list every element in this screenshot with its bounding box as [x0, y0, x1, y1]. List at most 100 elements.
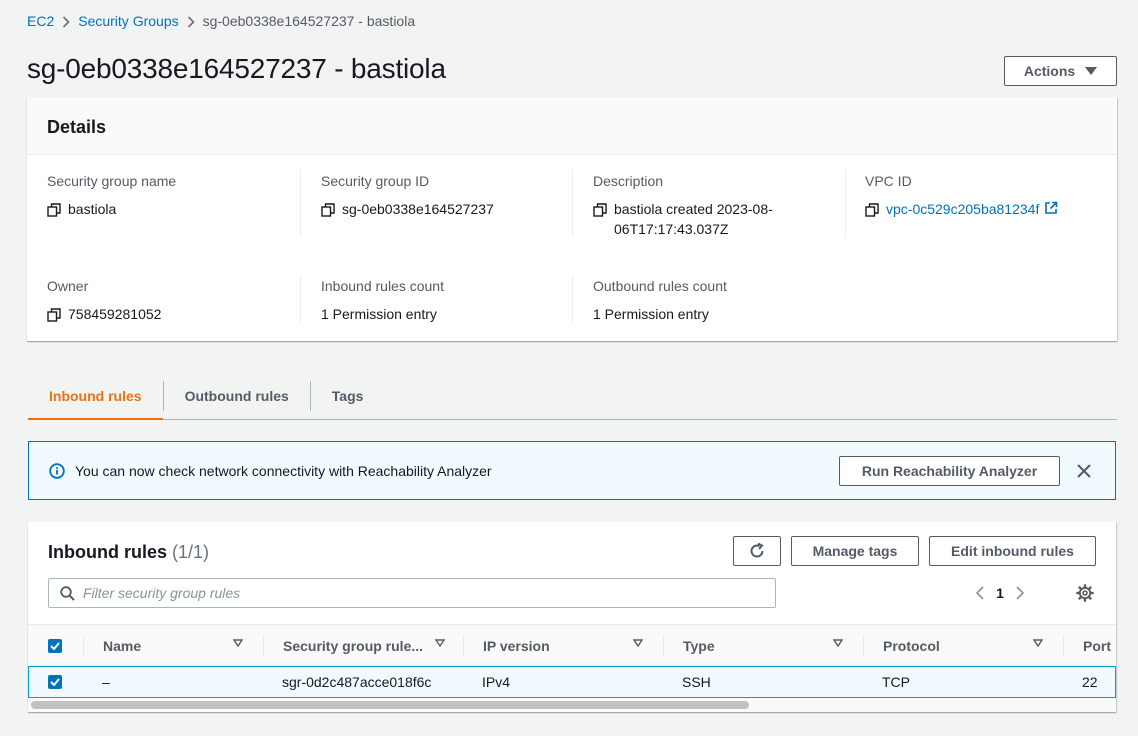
sort-caret-icon [633, 639, 643, 647]
copy-icon[interactable] [865, 202, 879, 222]
chevron-right-icon[interactable] [1010, 586, 1030, 600]
field-label: Inbound rules count [321, 278, 444, 294]
divider [845, 169, 846, 237]
divider [863, 635, 864, 657]
copy-icon[interactable] [321, 202, 335, 222]
refresh-icon [750, 542, 764, 558]
sort-caret-icon [233, 639, 243, 647]
details-panel: Details Security group name bastiola Sec… [27, 97, 1117, 341]
inbound-rules-heading: Inbound rules [48, 542, 167, 562]
field-inbound-rules-count: Inbound rules count 1 Permission entry [321, 278, 574, 324]
divider [300, 275, 301, 323]
field-description: Description bastiola created 2023-08-06T… [593, 173, 793, 239]
description-value: bastiola created 2023-08-06T17:17:43.037… [614, 201, 773, 237]
outbound-rules-count-value: 1 Permission entry [593, 306, 709, 322]
column-label: Protocol [883, 637, 940, 654]
tab-tags[interactable]: Tags [311, 372, 385, 419]
tab-bar: Inbound rules Outbound rules Tags [28, 372, 1117, 420]
breadcrumb-ec2-link[interactable]: EC2 [27, 13, 54, 29]
vpc-id-link[interactable]: vpc-0c529c205ba81234f [886, 199, 1039, 219]
divider [83, 635, 84, 657]
run-reachability-analyzer-button[interactable]: Run Reachability Analyzer [839, 456, 1060, 486]
owner-value: 758459281052 [68, 306, 162, 322]
search-input[interactable] [83, 585, 723, 601]
filter-field[interactable] [48, 578, 776, 608]
column-header-rule-id[interactable]: Security group rule... [283, 625, 463, 666]
copy-icon[interactable] [47, 307, 61, 327]
column-header-name[interactable]: Name [103, 625, 263, 666]
column-label: IP version [483, 637, 550, 654]
field-label: VPC ID [865, 173, 912, 189]
close-icon[interactable] [1075, 462, 1093, 480]
divider [463, 635, 464, 657]
field-vpc-id: VPC ID vpc-0c529c205ba81234f [865, 173, 1105, 222]
field-outbound-rules-count: Outbound rules count 1 Permission entry [593, 278, 846, 324]
chevron-right-icon [179, 13, 203, 29]
table-row[interactable]: – sgr-0d2c487acce018f6c IPv4 SSH TCP 22 [28, 666, 1116, 698]
select-all-cell [48, 625, 88, 666]
field-label: Outbound rules count [593, 278, 727, 294]
pagination: 1 [970, 582, 1030, 604]
divider [263, 635, 264, 657]
alert-message: You can now check network connectivity w… [75, 462, 492, 479]
field-label: Description [593, 173, 664, 189]
field-label: Security group ID [321, 173, 430, 189]
page-title: sg-0eb0338e164527237 - bastiola [27, 53, 446, 84]
edit-inbound-rules-button[interactable]: Edit inbound rules [929, 536, 1096, 566]
field-security-group-id: Security group ID sg-0eb0338e164527237 [321, 173, 574, 222]
select-all-checkbox[interactable] [48, 638, 62, 653]
chevron-right-icon [54, 13, 78, 29]
caret-down-icon [1085, 67, 1098, 75]
column-header-type[interactable]: Type [683, 625, 863, 666]
column-header-port[interactable]: Port [1083, 625, 1123, 666]
column-header-protocol[interactable]: Protocol [883, 625, 1063, 666]
breadcrumb: EC2 Security Groups sg-0eb0338e164527237… [27, 12, 415, 30]
info-icon [49, 462, 65, 479]
column-label: Type [683, 637, 715, 654]
cell-rule-id: sgr-0d2c487acce018f6c [282, 674, 432, 690]
inbound-rules-title: Inbound rules (1/1) [48, 542, 209, 563]
row-checkbox[interactable] [48, 675, 62, 689]
breadcrumb-current: sg-0eb0338e164527237 - bastiola [202, 13, 416, 29]
sort-caret-icon [833, 639, 843, 647]
page-number[interactable]: 1 [990, 585, 1010, 601]
copy-icon[interactable] [47, 202, 61, 222]
actions-button-label: Actions [1023, 63, 1076, 79]
column-label: Name [103, 637, 142, 654]
cell-ip-version: IPv4 [482, 674, 511, 690]
copy-icon[interactable] [593, 202, 607, 222]
security-group-name-value: bastiola [68, 201, 117, 217]
inbound-rules-count-value: 1 Permission entry [321, 306, 437, 322]
column-label: Port [1083, 637, 1111, 654]
inbound-rules-count: (1/1) [172, 542, 210, 562]
refresh-button[interactable] [733, 536, 781, 566]
row-select-cell [48, 667, 78, 697]
search-icon [60, 585, 75, 601]
cell-name: – [102, 674, 110, 690]
divider [1063, 635, 1064, 657]
column-label: Security group rule... [283, 637, 424, 654]
field-label: Security group name [47, 173, 177, 189]
cell-protocol: TCP [882, 674, 910, 690]
chevron-left-icon[interactable] [970, 586, 990, 600]
field-label: Owner [47, 278, 89, 294]
divider [663, 635, 664, 657]
tab-outbound-rules[interactable]: Outbound rules [164, 372, 310, 419]
cell-port: 22 [1082, 674, 1098, 690]
breadcrumb-security-groups-link[interactable]: Security Groups [78, 13, 178, 29]
actions-button[interactable]: Actions [1004, 56, 1117, 86]
security-group-id-value: sg-0eb0338e164527237 [342, 201, 494, 217]
gear-icon[interactable] [1076, 584, 1094, 605]
sort-caret-icon [1033, 639, 1043, 647]
sort-caret-icon [435, 639, 445, 647]
divider [300, 169, 301, 237]
field-security-group-name: Security group name bastiola [47, 173, 300, 222]
details-header: Details [27, 97, 1117, 155]
horizontal-scrollbar-thumb[interactable] [31, 701, 749, 709]
external-link-icon[interactable] [1044, 201, 1058, 215]
manage-tags-button[interactable]: Manage tags [791, 536, 919, 566]
details-title: Details [47, 117, 107, 137]
tab-inbound-rules[interactable]: Inbound rules [28, 372, 163, 420]
column-header-ip-version[interactable]: IP version [483, 625, 663, 666]
cell-type: SSH [682, 674, 711, 690]
